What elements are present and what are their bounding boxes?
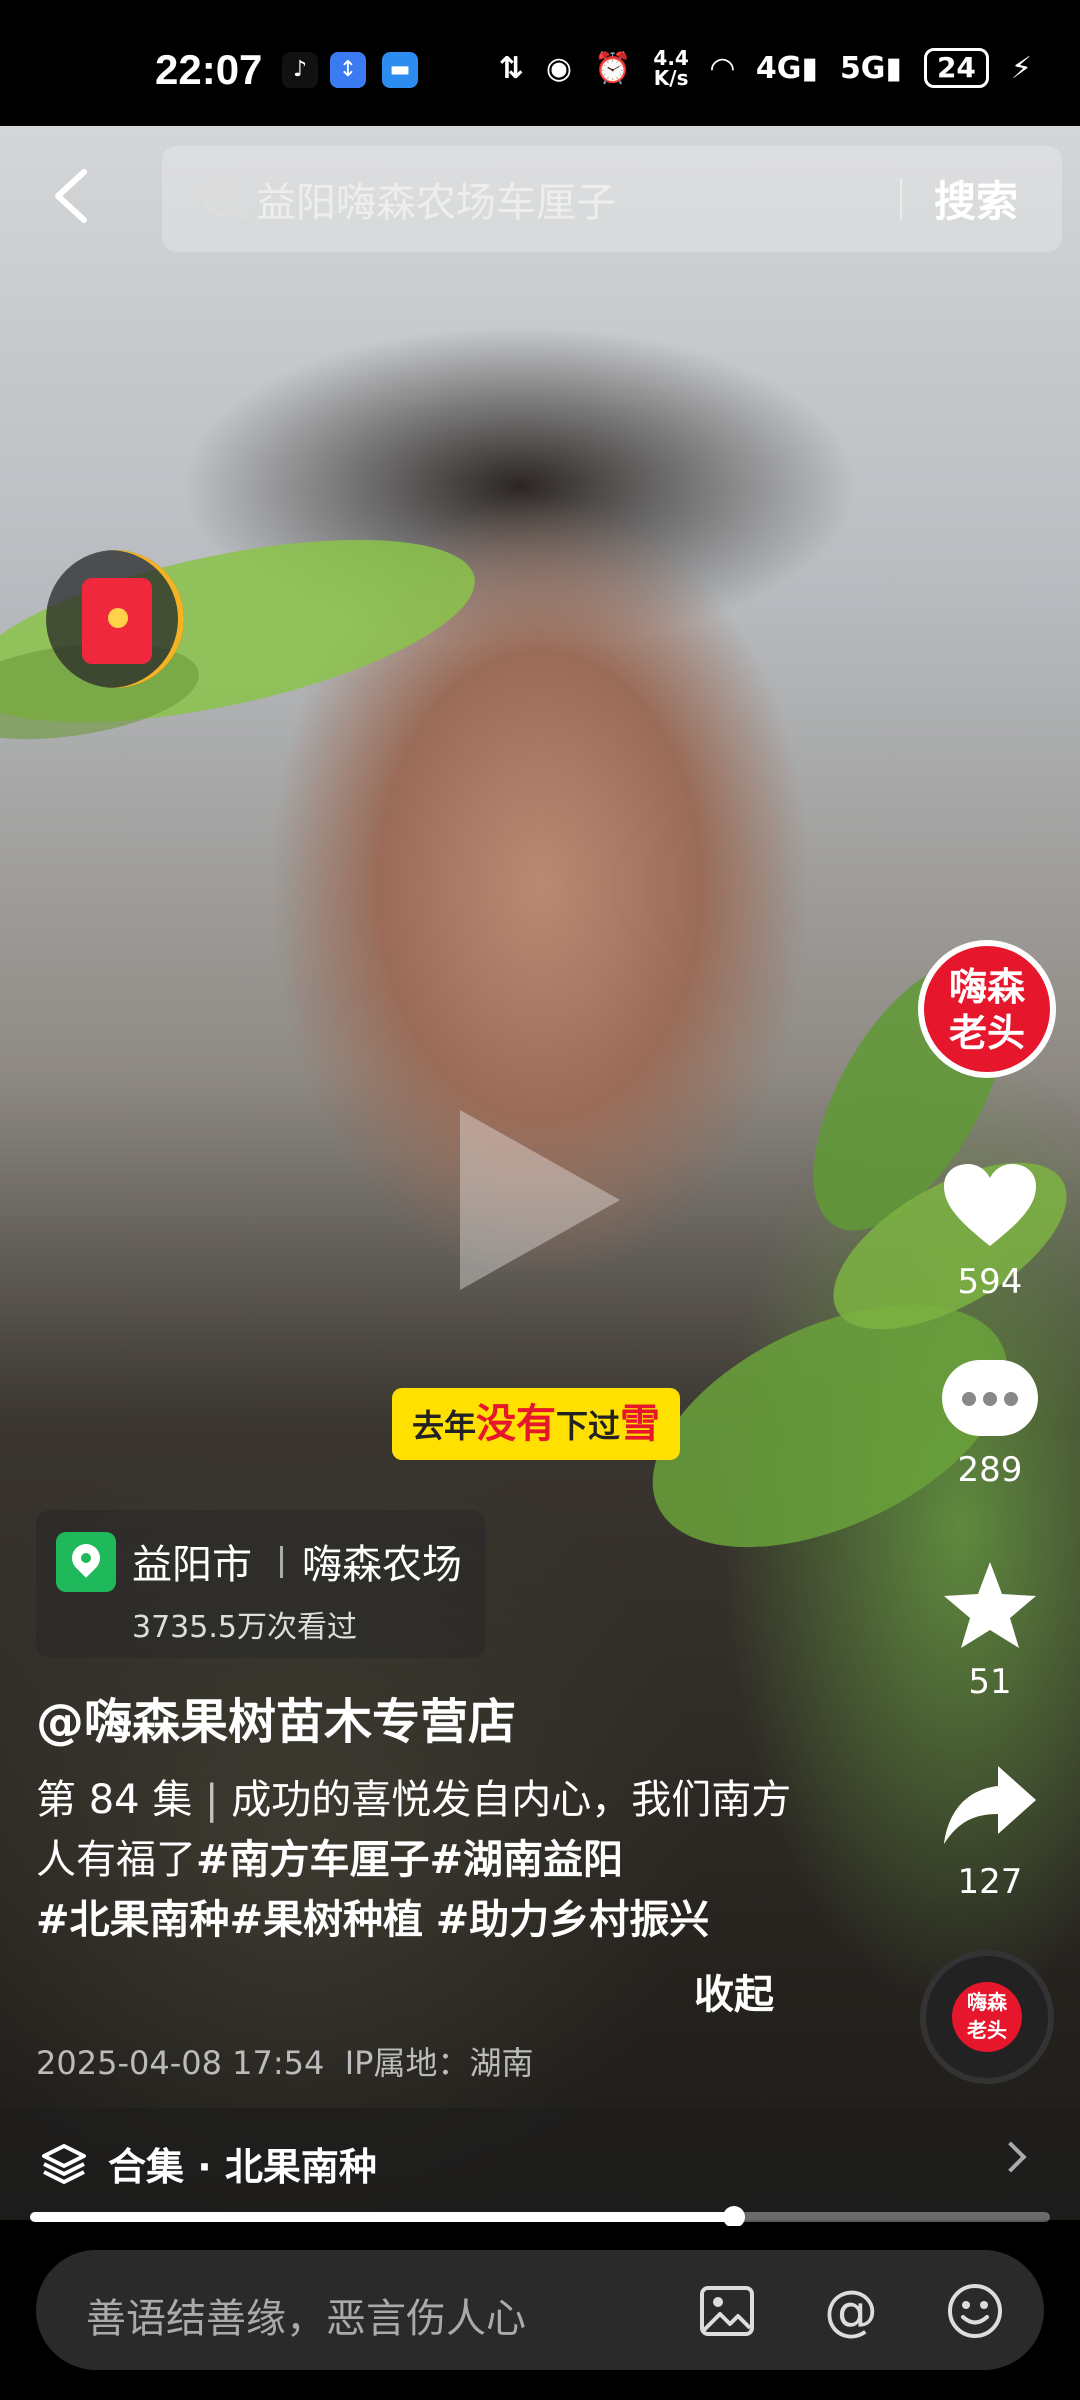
comment-input[interactable]: 善语结善缘，恶言伤人心 @	[36, 2250, 1044, 2370]
status-icons: ⇅ ◉ ⏰ 4.4 K/s ◠ 4G▮ 5G▮ 24 ⚡	[499, 48, 1032, 88]
heart-icon	[944, 1164, 1036, 1246]
video-feed-screen: 22:07 ♪ ↕ ▬ ⇅ ◉ ⏰ 4.4 K/s ◠ 4G▮ 5G▮ 24 ⚡…	[0, 0, 1080, 2400]
location-pin-icon	[56, 1532, 116, 1592]
like-button[interactable]: 594	[930, 1160, 1050, 1302]
hashtag[interactable]: #湖南益阳	[430, 1837, 624, 1883]
search-input[interactable]: 益阳嗨森农场车厘子	[256, 170, 616, 228]
eye-icon: ◉	[545, 50, 573, 86]
wifi-icon: ◠	[710, 50, 734, 86]
comment-button[interactable]: 289	[930, 1360, 1050, 1490]
red-envelope-seal	[108, 608, 128, 628]
hashtag[interactable]: #果树种植	[230, 1897, 424, 1943]
caption-part: 去年	[412, 1407, 477, 1445]
episode-label[interactable]: 第 84 集	[36, 1777, 192, 1823]
search-button[interactable]: 搜索	[934, 168, 1018, 229]
post-date: 2025-04-08 17:54	[36, 2044, 325, 2082]
caption-part: 下过	[556, 1407, 621, 1445]
location-place: 嗨森农场	[302, 1542, 462, 1588]
favorite-count: 51	[968, 1662, 1012, 1702]
share-button[interactable]: 127	[930, 1760, 1050, 1902]
share-count: 127	[957, 1862, 1023, 1902]
hashtag[interactable]: #北果南种	[36, 1897, 230, 1943]
video-progress-bar[interactable]	[30, 2206, 1050, 2228]
location-divider	[280, 1546, 283, 1578]
chevron-right-icon	[995, 2141, 1027, 2173]
net-speed: 4.4 K/s	[653, 46, 689, 90]
favorite-button[interactable]: 51	[930, 1560, 1050, 1702]
video-caption-sticker: 去年没有下过雪	[392, 1388, 681, 1460]
video-progress-fill	[30, 2212, 734, 2222]
charging-icon: ⚡	[1010, 50, 1032, 86]
search-divider	[900, 178, 902, 220]
battery-indicator: 24	[923, 48, 989, 88]
hashtag[interactable]: #助力乡村振兴	[436, 1897, 710, 1943]
image-icon[interactable]	[698, 2282, 756, 2340]
comment-count: 289	[957, 1450, 1023, 1490]
message-icon: ▬	[382, 52, 418, 88]
alarm-icon: ⏰	[594, 50, 632, 86]
author-avatar[interactable]: 嗨森 老头	[918, 940, 1056, 1078]
app-icon: ↕	[330, 52, 366, 88]
layers-icon	[42, 2144, 86, 2184]
back-arrow-icon[interactable]	[50, 166, 94, 226]
search-icon	[204, 180, 240, 216]
signal-5g-icon: 5G▮	[839, 50, 902, 86]
collapse-button[interactable]: 收起	[694, 1962, 774, 2020]
emoji-icon[interactable]	[946, 2282, 1004, 2340]
tiktok-icon: ♪	[282, 52, 318, 88]
status-time: 22:07	[155, 46, 263, 93]
search-bar[interactable]: 益阳嗨森农场车厘子 搜索	[162, 146, 1062, 252]
data-icon: ⇅	[498, 50, 524, 86]
caption-highlight: 没有	[476, 1401, 557, 1447]
mention-icon[interactable]: @	[822, 2282, 880, 2340]
post-meta: 2025-04-08 17:54 IP属地：湖南	[36, 2038, 533, 2084]
music-disc-avatar: 嗨森 老头	[952, 1982, 1022, 2052]
caption-highlight: 雪	[620, 1401, 661, 1447]
location-views: 3735.5万次看过	[132, 1610, 357, 1645]
music-disc[interactable]: 嗨森 老头	[920, 1950, 1054, 2084]
share-arrow-icon	[944, 1766, 1036, 1844]
status-bar: 22:07 ♪ ↕ ▬ ⇅ ◉ ⏰ 4.4 K/s ◠ 4G▮ 5G▮ 24 ⚡	[0, 0, 1080, 126]
collection-bar[interactable]: 合集 · 北果南种	[0, 2108, 1080, 2216]
collection-label: 合集 · 北果南种	[108, 2145, 377, 2189]
comment-placeholder: 善语结善缘，恶言伤人心	[86, 2296, 526, 2342]
post-description: 第 84 集 | 成功的喜悦发自内心，我们南方人有福了#南方车厘子#湖南益阳 #北…	[36, 1777, 792, 1943]
like-count: 594	[957, 1262, 1023, 1302]
play-icon[interactable]	[460, 1110, 620, 1290]
author-name[interactable]: @嗨森果树苗木专营店	[36, 1682, 516, 1752]
red-packet-button[interactable]	[46, 550, 184, 688]
hashtag[interactable]: #南方车厘子	[196, 1837, 430, 1883]
video-progress-handle[interactable]	[722, 2206, 745, 2228]
bottom-bar: 善语结善缘，恶言伤人心 @	[0, 2226, 1080, 2400]
signal-4g-icon: 4G▮	[755, 50, 818, 86]
red-envelope-icon	[82, 578, 152, 664]
post-ip: IP属地：湖南	[344, 2044, 534, 2082]
location-card[interactable]: 益阳市 嗨森农场 3735.5万次看过	[36, 1510, 486, 1658]
comment-icon	[942, 1360, 1038, 1442]
star-icon	[944, 1562, 1036, 1648]
location-city: 益阳市	[132, 1542, 252, 1588]
